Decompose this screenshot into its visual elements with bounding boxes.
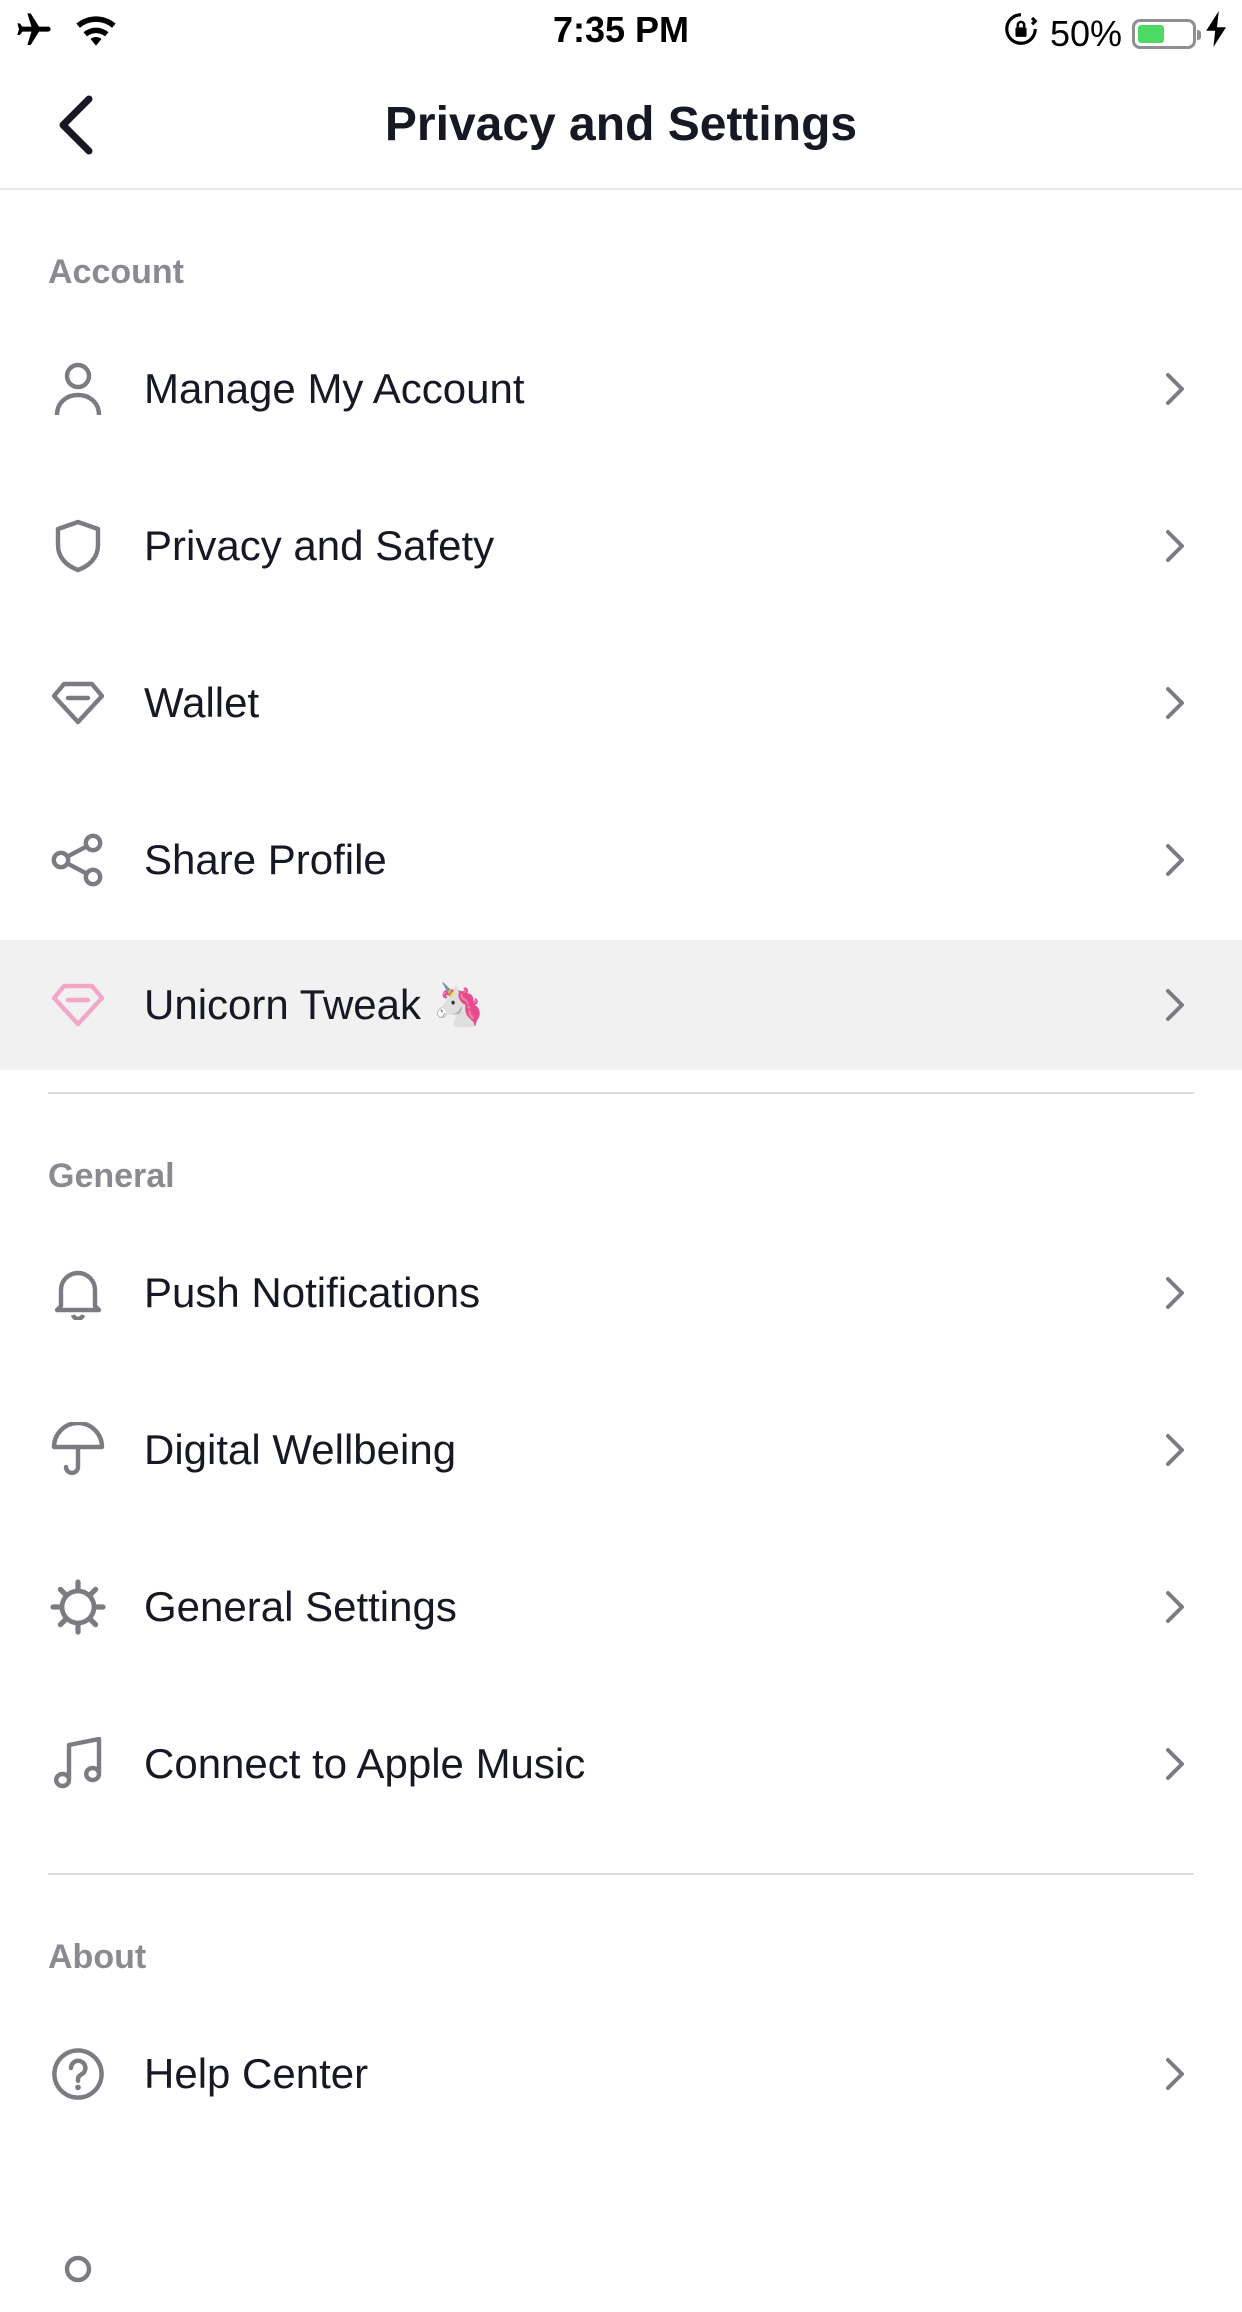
- row-connect-apple-music[interactable]: Connect to Apple Music: [0, 1685, 1242, 1842]
- battery-icon: [1132, 18, 1201, 49]
- row-unicorn-tweak[interactable]: Unicorn Tweak 🦄: [0, 940, 1242, 1070]
- gear-icon: [48, 1577, 108, 1637]
- page-title: Privacy and Settings: [384, 98, 858, 151]
- row-label: General Settings: [144, 1582, 457, 1630]
- row-label: Wallet: [144, 678, 260, 726]
- section-header-general: General: [48, 1157, 175, 1195]
- chevron-right-icon: [1154, 1273, 1194, 1313]
- question-circle-icon: [48, 2044, 108, 2104]
- row-digital-wellbeing[interactable]: Digital Wellbeing: [0, 1371, 1242, 1528]
- chevron-right-icon: [1154, 2054, 1194, 2094]
- row-label: Unicorn Tweak 🦄: [144, 980, 485, 1028]
- row-label: Privacy and Safety: [144, 521, 495, 569]
- pink-diamond-icon: [48, 975, 108, 1035]
- bell-icon: [48, 1263, 108, 1323]
- charging-bolt-icon: [1206, 11, 1228, 56]
- row-help-center[interactable]: Help Center: [0, 1995, 1242, 2152]
- section-header-account: Account: [48, 253, 184, 291]
- umbrella-icon: [48, 1420, 108, 1480]
- chevron-right-icon: [1154, 840, 1194, 880]
- row-manage-my-account[interactable]: Manage My Account: [0, 310, 1242, 467]
- nav-bar: Privacy and Settings: [0, 60, 1242, 190]
- row-label: Push Notifications: [144, 1268, 481, 1316]
- section-header-about: About: [48, 1938, 147, 1976]
- row-partially-visible[interactable]: [0, 2152, 1242, 2309]
- row-push-notifications[interactable]: Push Notifications: [0, 1214, 1242, 1371]
- status-bar-right: 50%: [1002, 10, 1228, 57]
- person-icon: [48, 359, 108, 419]
- row-label: Manage My Account: [144, 364, 525, 412]
- row-label: Connect to Apple Music: [144, 1739, 586, 1787]
- chevron-left-icon: [59, 95, 93, 155]
- battery-percent: 50%: [1049, 12, 1122, 54]
- chevron-right-icon: [1154, 1430, 1194, 1470]
- chevron-right-icon: [1154, 526, 1194, 566]
- row-label: Share Profile: [144, 835, 387, 883]
- chevron-right-icon: [1154, 369, 1194, 409]
- orientation-lock-icon: [1002, 10, 1040, 57]
- back-button[interactable]: [40, 90, 110, 160]
- row-label: Digital Wellbeing: [144, 1425, 457, 1473]
- row-privacy-and-safety[interactable]: Privacy and Safety: [0, 467, 1242, 624]
- settings-list: Account Manage My Account Privacy and Sa…: [0, 190, 1242, 2309]
- share-icon: [48, 830, 108, 890]
- row-share-profile[interactable]: Share Profile: [0, 781, 1242, 938]
- status-bar: 7:35 PM 50%: [0, 0, 1242, 60]
- chevron-right-icon: [1154, 1587, 1194, 1627]
- row-general-settings[interactable]: General Settings: [0, 1528, 1242, 1685]
- music-note-icon: [48, 1734, 108, 1794]
- row-label: Help Center: [144, 2049, 369, 2097]
- battery-fill: [1138, 24, 1164, 43]
- chevron-right-icon: [1154, 683, 1194, 723]
- row-wallet[interactable]: Wallet: [0, 624, 1242, 781]
- diamond-icon: [48, 673, 108, 733]
- chevron-right-icon: [1154, 1744, 1194, 1784]
- person-icon: [48, 2252, 108, 2312]
- chevron-right-icon: [1154, 985, 1194, 1025]
- shield-icon: [48, 516, 108, 576]
